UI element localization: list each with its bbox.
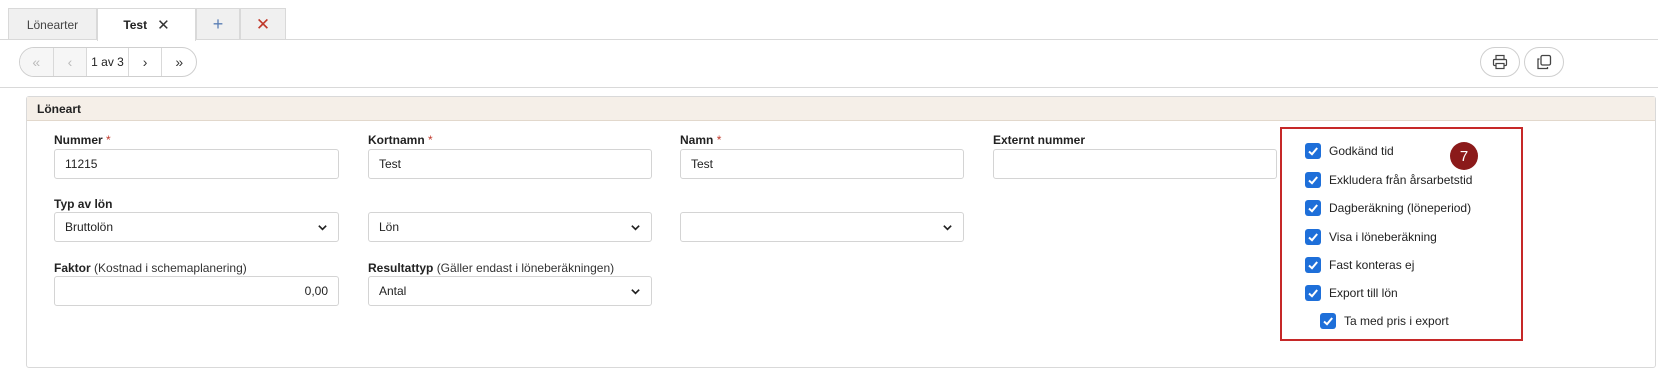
typ-av-lon-select[interactable]: Bruttolön (54, 212, 339, 242)
double-chevron-right-icon: » (175, 54, 184, 70)
panel-title: Löneart (27, 97, 1655, 121)
close-icon[interactable]: ✕ (157, 16, 170, 34)
record-count: 1 av 3 (87, 48, 129, 76)
copy-button[interactable] (1524, 47, 1564, 77)
copy-icon (1537, 54, 1552, 70)
label-text: Namn (680, 133, 714, 147)
add-tab-button[interactable]: + (196, 8, 240, 40)
select-value: Antal (379, 284, 407, 298)
checkbox-checked-icon[interactable] (1320, 313, 1336, 329)
checkbox-godkand-tid[interactable]: Godkänd tid (1305, 143, 1394, 159)
tab-bar: Lönearter Test ✕ + ✕ (0, 0, 1658, 41)
nummer-input[interactable]: 11215 (54, 149, 339, 179)
double-chevron-left-icon: « (32, 54, 41, 70)
resultattyp-select[interactable]: Antal (368, 276, 652, 306)
field-value: Test (691, 157, 714, 171)
checkbox-label: Godkänd tid (1329, 144, 1394, 158)
kortnamn-input[interactable]: Test (368, 149, 652, 179)
chevron-down-icon (943, 224, 952, 231)
checkbox-checked-icon[interactable] (1305, 285, 1321, 301)
last-record-button[interactable]: » (162, 48, 196, 76)
next-record-button[interactable]: › (129, 48, 163, 76)
checkbox-checked-icon[interactable] (1305, 229, 1321, 245)
checkbox-exkludera-arsarbetstid[interactable]: Exkludera från årsarbetstid (1305, 172, 1472, 188)
label-text: Kortnamn (368, 133, 425, 147)
resultattyp-label: Resultattyp (Gäller endast i löneberäkni… (368, 261, 614, 275)
checkbox-label: Dagberäkning (löneperiod) (1329, 201, 1472, 215)
checkbox-label: Ta med pris i export (1344, 314, 1449, 328)
field-value: 11215 (65, 157, 98, 171)
checkbox-dagberakning[interactable]: Dagberäkning (löneperiod) (1305, 200, 1471, 216)
first-record-button[interactable]: « (20, 48, 54, 76)
close-tab-button[interactable]: ✕ (240, 8, 286, 40)
label-hint: (Gäller endast i löneberäkningen) (436, 261, 615, 275)
label-text: Nummer (54, 133, 103, 147)
checkbox-visa-i-loneberakning[interactable]: Visa i löneberäkning (1305, 229, 1437, 245)
plus-icon: + (212, 14, 224, 34)
lon-select[interactable]: Lön (368, 212, 652, 242)
chevron-right-icon: › (142, 54, 148, 70)
checkbox-checked-icon[interactable] (1305, 200, 1321, 216)
checkbox-label: Exkludera från årsarbetstid (1329, 173, 1473, 187)
checkbox-ta-med-pris-i-export[interactable]: Ta med pris i export (1320, 313, 1449, 329)
required-mark: * (106, 133, 111, 147)
chevron-left-icon: ‹ (67, 54, 73, 70)
required-mark: * (716, 133, 722, 147)
tab-label: Lönearter (26, 17, 79, 32)
field-value: 0,00 (304, 284, 328, 298)
label-text: Faktor (54, 261, 91, 275)
sub-type-select[interactable] (680, 212, 964, 242)
select-value: Lön (379, 220, 400, 234)
close-icon: ✕ (255, 14, 271, 34)
label-hint: (Kostnad i schemaplanering) (94, 261, 247, 275)
kortnamn-label: Kortnamn * (368, 133, 433, 147)
toolbar: « ‹ 1 av 3 › » (0, 40, 1658, 88)
chevron-down-icon (631, 288, 640, 295)
label-text: Typ av lön (54, 197, 113, 211)
print-button[interactable] (1480, 47, 1520, 77)
select-value: Bruttolön (65, 220, 114, 234)
step-badge: 7 (1450, 142, 1478, 170)
tab-label: Test (123, 18, 148, 32)
checkbox-label: Export till lön (1329, 286, 1398, 300)
checkbox-fast-konteras-ej[interactable]: Fast konteras ej (1305, 257, 1414, 273)
checkbox-checked-icon[interactable] (1305, 172, 1321, 188)
checkbox-export-till-lon[interactable]: Export till lön (1305, 285, 1398, 301)
checkbox-label: Fast konteras ej (1329, 258, 1415, 272)
chevron-down-icon (318, 224, 327, 231)
nummer-label: Nummer * (54, 133, 111, 147)
checkbox-checked-icon[interactable] (1305, 143, 1321, 159)
externt-nummer-label: Externt nummer (993, 133, 1085, 147)
prev-record-button[interactable]: ‹ (53, 48, 88, 76)
tab-test[interactable]: Test ✕ (97, 8, 196, 41)
namn-input[interactable]: Test (680, 149, 964, 179)
namn-label: Namn * (680, 133, 721, 147)
checkbox-label: Visa i löneberäkning (1329, 230, 1437, 244)
faktor-input[interactable]: 0,00 (54, 276, 339, 306)
typ-av-lon-label: Typ av lön (54, 197, 112, 211)
printer-icon (1492, 54, 1508, 70)
label-text: Externt nummer (993, 133, 1086, 147)
record-pager: « ‹ 1 av 3 › » (19, 47, 197, 77)
field-value: Test (379, 157, 402, 171)
checkbox-checked-icon[interactable] (1305, 257, 1321, 273)
tab-lonearter[interactable]: Lönearter (8, 8, 97, 40)
label-text: Resultattyp (368, 261, 434, 275)
chevron-down-icon (631, 224, 640, 231)
required-mark: * (428, 133, 433, 147)
faktor-label: Faktor (Kostnad i schemaplanering) (54, 261, 247, 275)
externt-nummer-input[interactable] (993, 149, 1277, 179)
